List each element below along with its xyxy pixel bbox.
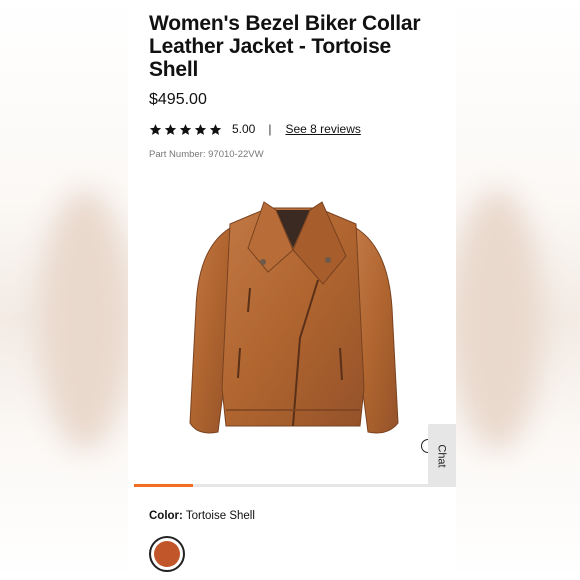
color-label: Color:	[149, 510, 183, 522]
part-number: Part Number: 97010-22VW	[149, 149, 264, 160]
product-title: Women's Bezel Biker Collar Leather Jacke…	[149, 12, 421, 81]
carousel-progress	[134, 484, 430, 487]
product-page: Women's Bezel Biker Collar Leather Jacke…	[128, 0, 456, 580]
color-swatch-tortoise-shell[interactable]	[149, 536, 185, 572]
star-icon	[209, 123, 222, 135]
color-row: Color: Tortoise Shell	[149, 510, 255, 522]
rating-separator: |	[268, 122, 272, 136]
leather-jacket-image[interactable]	[168, 188, 418, 458]
rating-value: 5.00	[232, 122, 256, 136]
star-icon	[164, 123, 177, 135]
chat-label: Chat	[436, 443, 448, 468]
carousel-progress-fill	[134, 484, 194, 487]
swatch-fill	[154, 541, 180, 567]
rating-stars	[149, 123, 222, 136]
product-price: $495.00	[149, 91, 207, 108]
blurred-background-left	[0, 0, 130, 580]
see-reviews-link[interactable]: See 8 reviews	[285, 122, 360, 136]
chat-tab[interactable]: Chat	[428, 424, 456, 487]
rating-row: 5.00 | See 8 reviews	[149, 121, 361, 137]
star-icon	[149, 123, 162, 135]
blurred-background-right	[452, 0, 580, 580]
star-icon	[194, 123, 207, 135]
color-value: Tortoise Shell	[185, 510, 255, 522]
star-icon	[179, 123, 192, 135]
